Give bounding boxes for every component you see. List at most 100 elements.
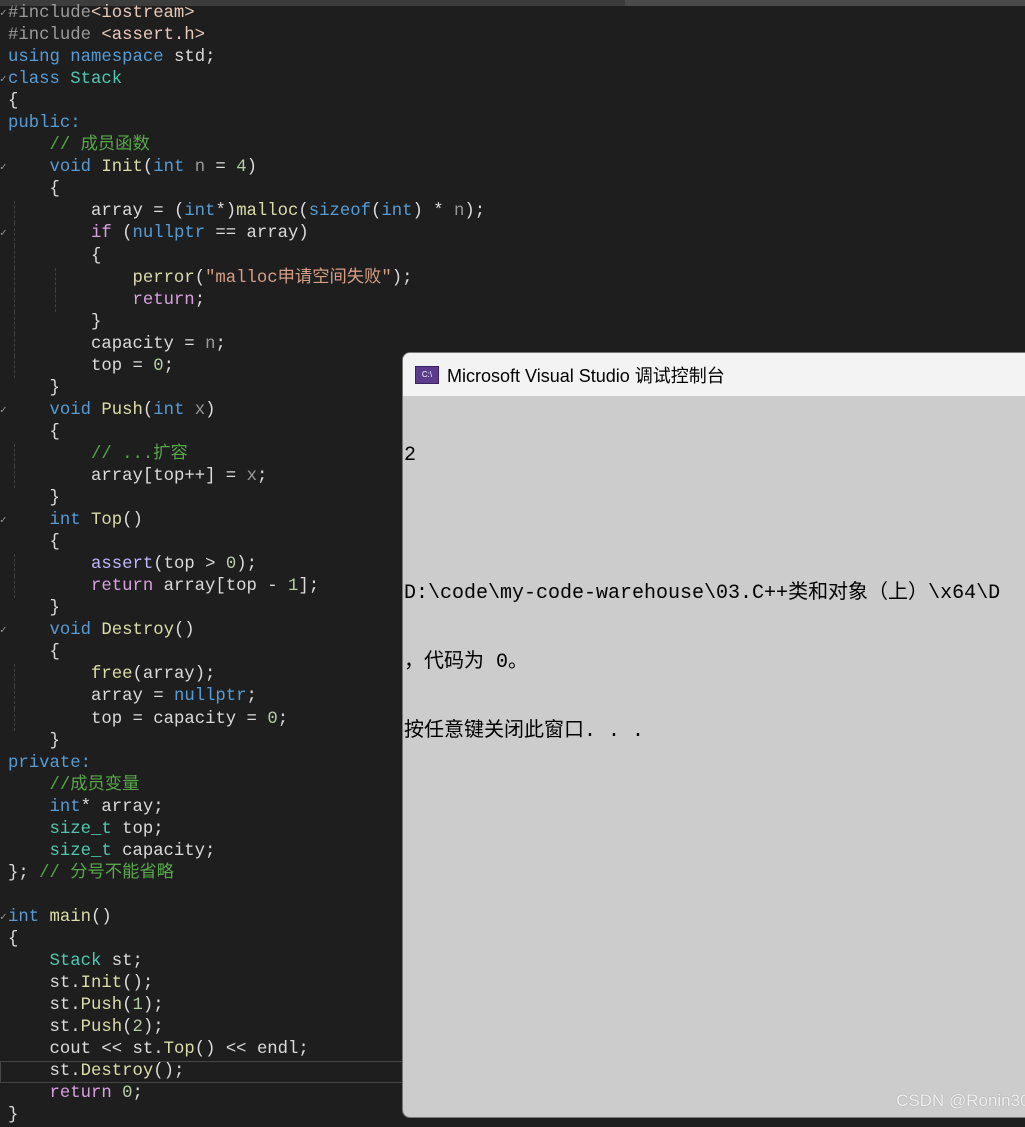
code-token: Push (101, 400, 143, 420)
code-token: array (246, 224, 299, 244)
fold-toggle-icon[interactable]: ✓ (0, 400, 8, 422)
code-token: { (8, 92, 19, 112)
code-token: st (49, 996, 71, 1016)
code-token: ; (246, 687, 257, 707)
fold-toggle-icon[interactable]: ✓ (0, 223, 8, 245)
fold-toggle-icon[interactable]: ✓ (0, 69, 8, 91)
code-line[interactable]: #include <assert.h> (0, 25, 1025, 47)
debug-console-window[interactable]: C:\ Microsoft Visual Studio 调试控制台 2 ​ D:… (402, 352, 1025, 1118)
console-title: Microsoft Visual Studio 调试控制台 (447, 365, 725, 386)
code-token: ); (194, 665, 216, 685)
code-line[interactable]: return; (0, 289, 1025, 312)
code-token: 0 (225, 555, 237, 575)
console-line: ​ (404, 513, 1025, 536)
code-token: top (163, 555, 195, 575)
code-token: ) * (412, 202, 455, 222)
code-token: ); (142, 1018, 164, 1038)
fold-toggle-icon[interactable]: ✓ (0, 3, 8, 25)
code-token: <assert.h> (101, 26, 206, 46)
fold-toggle-icon[interactable]: ✓ (0, 907, 8, 929)
code-token: st (111, 952, 133, 972)
code-token: 1 (288, 577, 299, 597)
indent-guide (55, 289, 57, 312)
code-token: (); (122, 974, 154, 994)
indent-guide (13, 355, 15, 378)
indent-guide (13, 223, 15, 246)
code-token: = (122, 356, 154, 376)
code-token: { (8, 180, 60, 200)
indent-guide (13, 289, 15, 312)
code-token: ( (122, 996, 133, 1016)
code-line[interactable]: perror("malloc申请空间失败"); (0, 267, 1025, 290)
code-line[interactable]: { (0, 91, 1025, 113)
code-token: int (381, 202, 413, 222)
code-token: int (153, 400, 195, 420)
code-token: st (132, 1040, 154, 1060)
code-line[interactable]: array = (int*)malloc(sizeof(int) * n); (0, 201, 1025, 224)
code-token: ( (142, 400, 154, 420)
code-token: Top (90, 511, 123, 531)
code-token: namespace (70, 48, 174, 68)
code-token: return (132, 290, 195, 310)
code-line[interactable]: ✓ class Stack (0, 69, 1025, 91)
code-line[interactable]: // 成员函数 (0, 135, 1025, 157)
code-token: Destroy (80, 1062, 154, 1082)
code-token: ( (194, 268, 206, 288)
code-token: ) (246, 158, 257, 178)
code-token: [ (215, 577, 226, 597)
code-line[interactable]: ✓ if (nullptr == array) (0, 223, 1025, 246)
code-token: [ (142, 466, 154, 486)
code-token: free (90, 665, 133, 685)
code-token: } (8, 489, 60, 509)
code-token: ; (153, 819, 164, 839)
code-token: 2 (132, 1018, 143, 1038)
code-token: assert (90, 555, 154, 575)
console-app-icon: C:\ (415, 365, 439, 384)
code-token: array (101, 797, 154, 817)
code-token: if (90, 224, 123, 244)
code-token: ( (142, 158, 154, 178)
code-token: array (142, 665, 195, 685)
code-token: . (153, 1040, 164, 1060)
code-token: ( (153, 555, 164, 575)
code-token: () (122, 511, 143, 531)
code-token: ( (371, 202, 382, 222)
code-token: #include (8, 26, 102, 46)
code-token: () (90, 907, 112, 927)
code-token: 0 (153, 356, 164, 376)
fold-toggle-icon[interactable]: ✓ (0, 620, 8, 642)
code-line[interactable]: { (0, 179, 1025, 201)
console-title-bar[interactable]: C:\ Microsoft Visual Studio 调试控制台 (403, 353, 1025, 396)
code-token: { (8, 246, 102, 266)
code-line[interactable]: ✓ void Init(int n = 4) (0, 157, 1025, 179)
code-line[interactable]: ✓ #include<iostream> (0, 3, 1025, 25)
code-token: 0 (267, 709, 278, 729)
console-line: D:\code\my-code-warehouse\03.C++类和对象（上）\… (404, 582, 1001, 605)
code-token: } (8, 378, 60, 398)
code-token: { (8, 533, 60, 553)
code-token: ); (391, 268, 413, 288)
code-token: << (90, 1040, 133, 1060)
console-output: 2 ​ D:\code\my-code-warehouse\03.C++类和对象… (403, 396, 1025, 789)
code-token: return (49, 1084, 123, 1104)
code-line[interactable]: public: (0, 113, 1025, 135)
code-token: top (153, 466, 185, 486)
code-token: } (8, 599, 60, 619)
code-token: private: (8, 753, 91, 773)
code-line[interactable]: using namespace std; (0, 47, 1025, 69)
code-token: nullptr (173, 687, 247, 707)
code-token: int (184, 202, 216, 222)
fold-toggle-icon[interactable]: ✓ (0, 157, 8, 179)
fold-toggle-icon[interactable]: ✓ (0, 510, 8, 532)
code-token: ++] = (184, 466, 247, 486)
code-token: size_t (49, 819, 123, 839)
code-line[interactable]: { (0, 245, 1025, 268)
code-token: array (90, 687, 143, 707)
code-line[interactable]: } (0, 311, 1025, 334)
